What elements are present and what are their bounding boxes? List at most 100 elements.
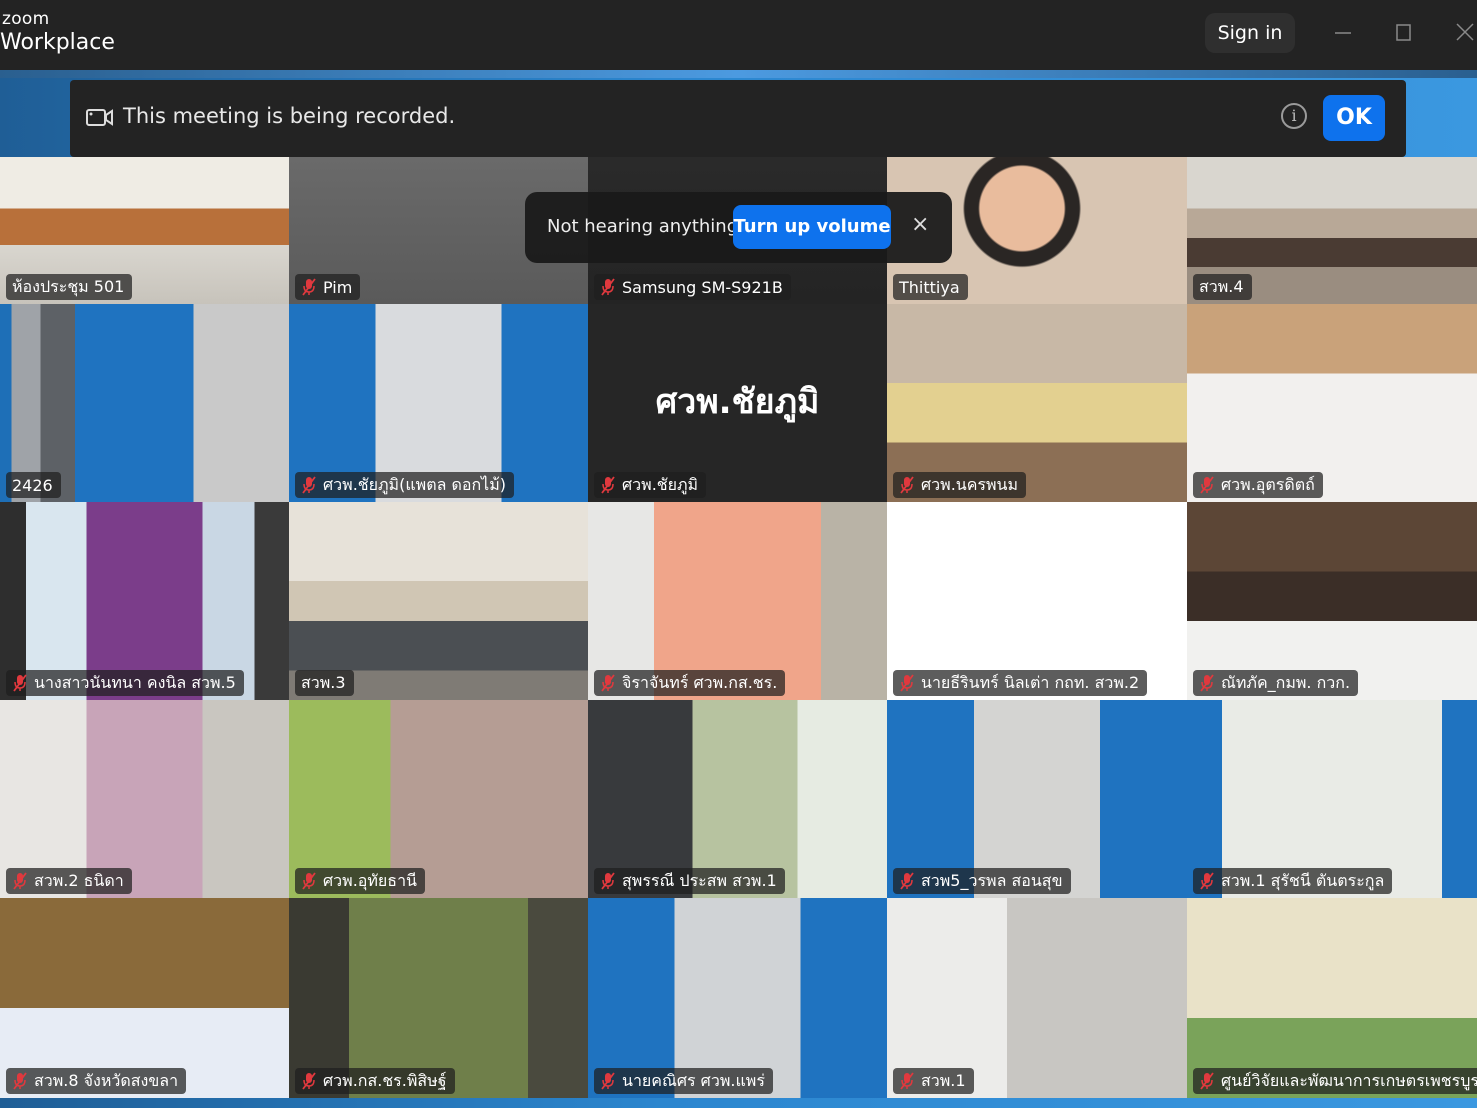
participant-video-tile[interactable]: ห้องประชุม 501 (0, 157, 289, 304)
minimize-icon[interactable] (1328, 18, 1358, 48)
muted-microphone-icon (1199, 674, 1215, 692)
muted-microphone-icon (600, 674, 616, 692)
participant-video-tile[interactable]: สวพ.3 (289, 502, 588, 700)
participant-name: นายธีรินทร์ นิลเต่า กถท. สวพ.2 (921, 672, 1140, 692)
participant-name: ศวพ.กส.ชร.พิสิษฐ์ (323, 1070, 447, 1090)
participant-name-tag: สวพ5_วรพล สอนสุข (893, 868, 1071, 894)
participant-video-tile[interactable]: ศวพ.กส.ชร.พิสิษฐ์ (289, 898, 588, 1098)
info-icon[interactable]: i (1281, 103, 1307, 129)
participant-video-tile[interactable]: นายคณิศร ศวพ.แพร่ (588, 898, 887, 1098)
participant-name-tag: สุพรรณี ประสพ สวพ.1 (594, 868, 785, 894)
participant-name: ศวพ.ชัยภูมิ(แพตล ดอกไม้) (323, 474, 507, 494)
muted-microphone-icon (301, 476, 317, 494)
participant-name: สุพรรณี ประสพ สวพ.1 (622, 870, 777, 890)
participant-video-tile[interactable]: ศวพ.ชัยภูมิ(แพตล ดอกไม้) (289, 304, 588, 502)
maximize-icon[interactable] (1389, 18, 1419, 48)
participant-name-tag: ศวพ.นครพนม (893, 472, 1027, 498)
audio-question: Not hearing anything? (547, 216, 748, 237)
participant-name-tag: ศวพ.ชัยภูมิ (594, 472, 707, 498)
participant-name: Pim (323, 277, 353, 297)
participant-display-name: ศวพ.ชัยภูมิ (655, 382, 820, 422)
muted-microphone-icon (899, 476, 915, 494)
participant-name: ศูนย์วิจัยและพัฒนาการเกษตรเพชรบูรณ์ (1221, 1070, 1477, 1090)
participant-name-tag: นางสาวนันทนา คงนิล สวพ.5 (6, 670, 244, 696)
muted-microphone-icon (600, 872, 616, 890)
participant-name-tag: ศวพ.อุตรดิตถ์ (1193, 472, 1323, 498)
participant-name-tag: ศวพ.อุทัยธานี (295, 868, 425, 894)
participant-video-tile[interactable]: จิราจันทร์ ศวพ.กส.ชร. (588, 502, 887, 700)
participant-video-tile[interactable]: สวพ.2 ธนิดา (0, 700, 289, 898)
participant-name: ศวพ.ชัยภูมิ (622, 474, 699, 494)
participant-name: สวพ.4 (1199, 276, 1244, 296)
participant-name: สวพ.1 (921, 1070, 966, 1090)
participant-name-tag: สวพ.8 จังหวัดสงขลา (6, 1068, 187, 1094)
participant-name-tag: นายธีรินทร์ นิลเต่า กถท. สวพ.2 (893, 670, 1148, 696)
participant-video-tile[interactable]: ศูนย์วิจัยและพัฒนาการเกษตรเพชรบูรณ์ (1187, 898, 1477, 1098)
participant-video-tile[interactable]: ศวพ.อุทัยธานี (289, 700, 588, 898)
participant-name-tag: 2426 (6, 472, 61, 498)
participant-video-tile[interactable]: ศวพ.ชัยภูมิ ศวพ.ชัยภูมิ (588, 304, 887, 502)
participant-name-tag: ณัทภัค_กมพ. กวก. (1193, 670, 1359, 696)
participant-name-tag: Pim (295, 274, 361, 300)
participant-name: นางสาวนันทนา คงนิล สวพ.5 (34, 672, 236, 692)
recording-message: This meeting is being recorded. (123, 104, 456, 128)
muted-microphone-icon (12, 872, 28, 890)
participant-name: ศวพ.อุทัยธานี (323, 870, 417, 890)
participant-name: นายคณิศร ศวพ.แพร่ (622, 1070, 765, 1090)
muted-microphone-icon (600, 278, 616, 296)
participant-name: สวพ.2 ธนิดา (34, 870, 124, 890)
participant-name: สวพ5_วรพล สอนสุข (921, 870, 1063, 890)
participant-video-tile[interactable]: ศวพ.อุตรดิตถ์ (1187, 304, 1477, 502)
muted-microphone-icon (600, 476, 616, 494)
participant-name: จิราจันทร์ ศวพ.กส.ชร. (622, 672, 778, 692)
muted-microphone-icon (301, 278, 317, 296)
muted-microphone-icon (899, 674, 915, 692)
participant-name-tag: ศวพ.กส.ชร.พิสิษฐ์ (295, 1068, 455, 1094)
participant-name-tag: สวพ.1 (893, 1068, 974, 1094)
participant-name: Thittiya (899, 277, 960, 297)
participant-video-tile[interactable]: สวพ.4 (1187, 157, 1477, 304)
participant-name-tag: สวพ.1 สุรัชนี ตันตระกูล (1193, 868, 1393, 894)
participant-name-tag: Thittiya (893, 274, 968, 300)
muted-microphone-icon (1199, 476, 1215, 494)
sign-in-button[interactable]: Sign in (1205, 13, 1295, 53)
participant-video-tile[interactable]: นายธีรินทร์ นิลเต่า กถท. สวพ.2 (887, 502, 1187, 700)
participant-video-tile[interactable]: สวพ.8 จังหวัดสงขลา (0, 898, 289, 1098)
muted-microphone-icon (600, 1072, 616, 1090)
participant-name-tag: ศูนย์วิจัยและพัฒนาการเกษตรเพชรบูรณ์ (1193, 1068, 1477, 1094)
audio-prompt-banner: Not hearing anything? Turn up volume × (525, 192, 952, 263)
muted-microphone-icon (1199, 872, 1215, 890)
close-icon[interactable] (1449, 18, 1477, 48)
participant-name-tag: สวพ.2 ธนิดา (6, 868, 132, 894)
participant-video-tile[interactable]: นางสาวนันทนา คงนิล สวพ.5 (0, 502, 289, 700)
participant-video-tile[interactable]: สวพ.1 (887, 898, 1187, 1098)
participant-name-tag: ศวพ.ชัยภูมิ(แพตล ดอกไม้) (295, 472, 515, 498)
participant-name-tag: สวพ.4 (1193, 274, 1252, 300)
turn-up-volume-button[interactable]: Turn up volume (733, 205, 891, 249)
participant-name: ณัทภัค_กมพ. กวก. (1221, 672, 1351, 692)
participant-name: ศวพ.นครพนม (921, 474, 1019, 494)
participant-name-tag: ห้องประชุม 501 (6, 274, 133, 300)
muted-microphone-icon (899, 1072, 915, 1090)
brand-logo-zoom: zoom (2, 9, 50, 29)
muted-microphone-icon (899, 872, 915, 890)
brand-logo-workplace: Workplace (0, 30, 115, 55)
participant-name: สวพ.8 จังหวัดสงขลา (34, 1070, 179, 1090)
recording-notice-banner: This meeting is being recorded. (70, 80, 1406, 157)
participant-video-tile[interactable]: ณัทภัค_กมพ. กวก. (1187, 502, 1477, 700)
participant-name: ห้องประชุม 501 (12, 276, 125, 296)
ok-button[interactable]: OK (1323, 95, 1385, 141)
participant-name-tag: จิราจันทร์ ศวพ.กส.ชร. (594, 670, 786, 696)
participant-video-tile[interactable]: สุพรรณี ประสพ สวพ.1 (588, 700, 887, 898)
participant-name: สวพ.1 สุรัชนี ตันตระกูล (1221, 870, 1385, 890)
participant-video-tile[interactable]: ศวพ.นครพนม (887, 304, 1187, 502)
camera-icon (85, 107, 115, 133)
participant-name-tag: Samsung SM-S921B (594, 274, 791, 300)
muted-microphone-icon (301, 1072, 317, 1090)
close-icon[interactable]: × (911, 212, 929, 237)
participant-name-tag: สวพ.3 (295, 670, 354, 696)
participant-video-tile[interactable]: สวพ.1 สุรัชนี ตันตระกูล (1187, 700, 1477, 898)
participant-video-tile[interactable]: 2426 (0, 304, 289, 502)
participant-name-tag: นายคณิศร ศวพ.แพร่ (594, 1068, 773, 1094)
participant-video-tile[interactable]: สวพ5_วรพล สอนสุข (887, 700, 1187, 898)
